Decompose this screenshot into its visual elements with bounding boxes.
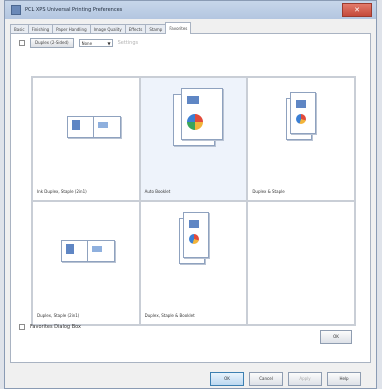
preset-dropdown-value: None [81,41,93,46]
chevron-down-icon: ▼ [107,41,111,46]
title-bar: PCL XPS Universal Printing Preferences ✕ [5,1,376,19]
apply-button[interactable]: Apply [288,372,322,386]
preset-label: Auto Booklet [144,189,171,194]
preset-tile-2[interactable]: Auto Booklet [139,77,248,201]
favorites-toolbar: Duplex (2-Sided) None ▼ Settings [19,38,138,48]
preferences-window: PCL XPS Universal Printing Preferences ✕… [4,0,377,389]
settings-disabled-label: Settings [117,40,139,46]
printer-app-icon [11,5,21,15]
preset-label: Duplex, Staple & Booklet [144,313,195,318]
preset-label: Duplex & Staple [252,189,285,194]
panel-ok-button[interactable]: OK [320,330,352,344]
window-title: PCL XPS Universal Printing Preferences [25,7,123,13]
preset-tile-5[interactable]: Duplex, Staple & Booklet [139,201,248,325]
close-icon: ✕ [354,6,360,14]
favorites-dialog-row: Favorites Dialog Box [19,324,81,330]
help-button[interactable]: Help [327,372,361,386]
preset-tile-3[interactable]: Duplex & Staple [247,77,355,201]
preset-tile-4[interactable]: Duplex, Staple (2in1) [32,201,140,325]
tab-favorites[interactable]: Favorites [165,22,192,34]
preset-grid: Ink Duplex, Staple (2in1) Auto Booklet D… [31,76,356,326]
ok-button[interactable]: OK [210,372,244,386]
close-button[interactable]: ✕ [342,3,372,17]
favorites-dialog-checkbox[interactable] [19,324,25,330]
favorites-panel: Duplex (2-Sided) None ▼ Settings Ink Dup… [10,33,371,363]
cancel-button[interactable]: Cancel [249,372,283,386]
duplex-checkbox[interactable] [19,40,25,46]
dialog-footer: OK Cancel Apply Help [210,372,361,386]
favorites-dialog-label: Favorites Dialog Box [30,324,81,330]
preset-tile-1[interactable]: Ink Duplex, Staple (2in1) [32,77,140,201]
preset-tile-empty [247,201,355,325]
preset-label: Duplex, Staple (2in1) [37,313,80,318]
preset-label: Ink Duplex, Staple (2in1) [37,189,87,194]
preset-dropdown[interactable]: None ▼ [78,39,113,47]
duplex-checkbox-label[interactable]: Duplex (2-Sided) [30,38,74,48]
